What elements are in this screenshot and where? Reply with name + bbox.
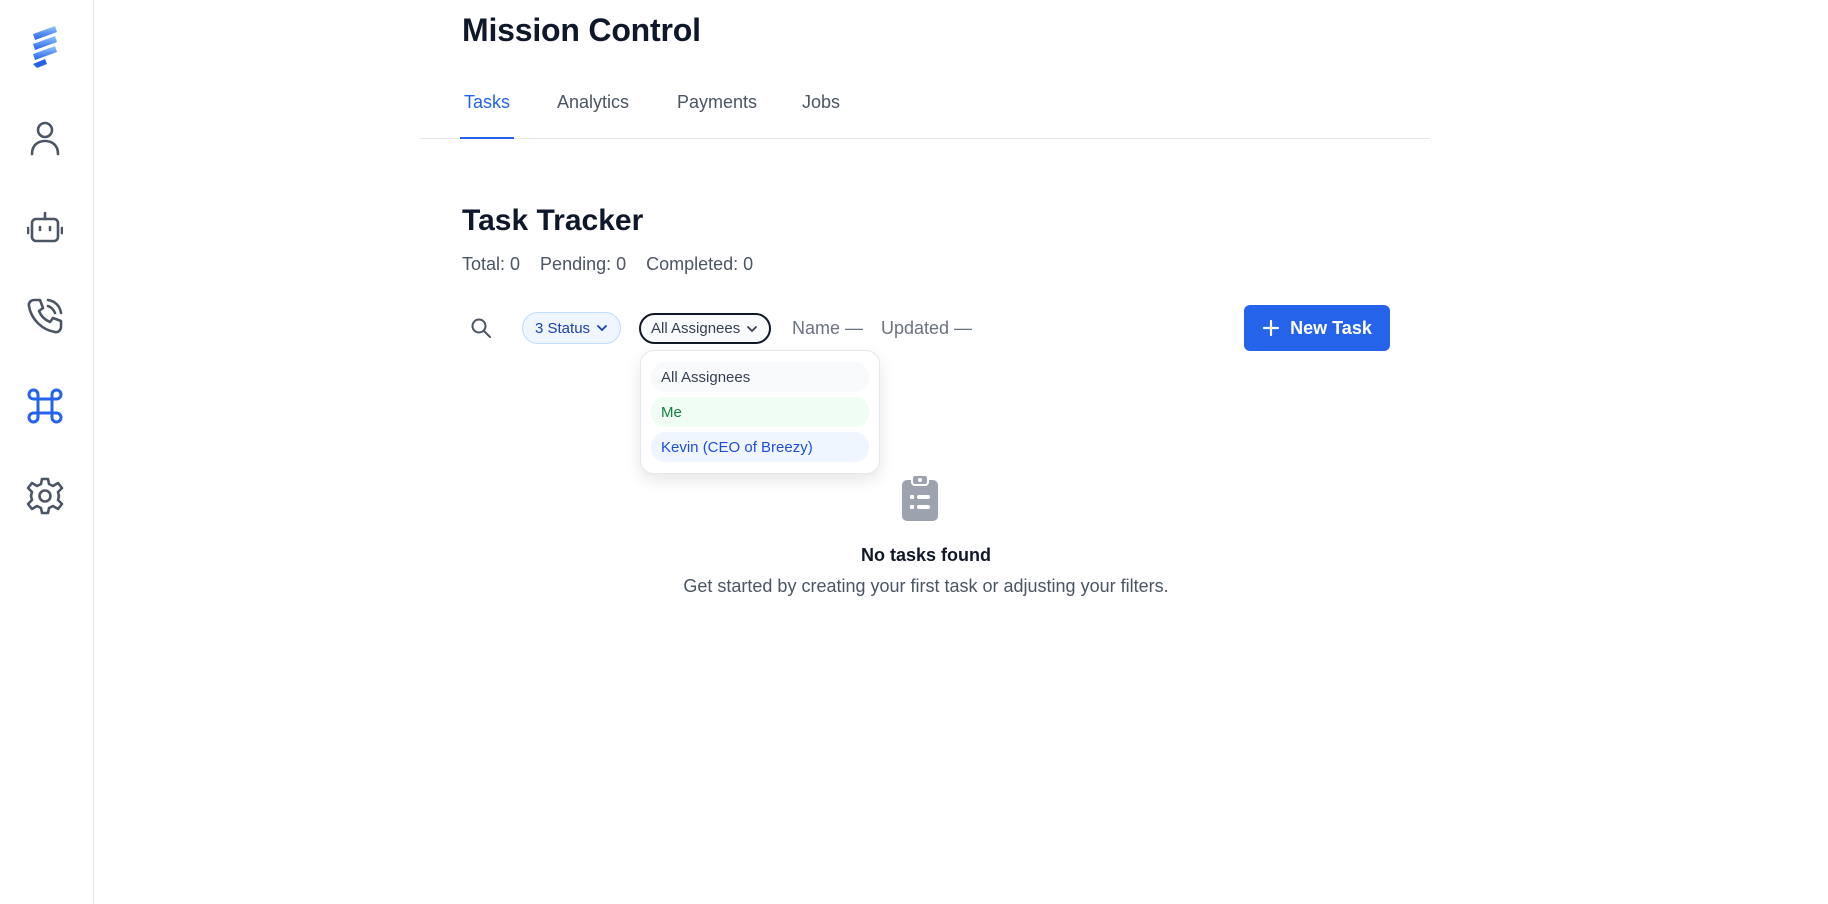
tab-tasks[interactable]: Tasks (459, 92, 515, 139)
sort-by-name-button[interactable]: Name — (792, 318, 863, 339)
status-filter-label: 3 Status (535, 319, 591, 337)
user-icon[interactable] (17, 110, 73, 166)
assignee-option-me[interactable]: Me (651, 397, 869, 427)
status-filter-button[interactable]: 3 Status (522, 312, 622, 344)
page-title: Mission Control (462, 12, 701, 48)
assignee-option-all[interactable]: All Assignees (651, 362, 869, 392)
empty-state-subtitle: Get started by creating your first task … (683, 576, 1169, 596)
logo-icon[interactable] (17, 18, 73, 74)
tab-bar: Tasks Analytics Payments Jobs (420, 82, 1430, 139)
phone-icon[interactable] (17, 288, 73, 344)
assignee-filter-button[interactable]: All Assignees (639, 313, 771, 344)
command-icon[interactable] (17, 378, 73, 434)
tab-jobs[interactable]: Jobs (802, 92, 840, 139)
chevron-down-icon (597, 325, 607, 332)
clipboard-icon (900, 474, 948, 528)
search-icon[interactable] (470, 317, 494, 341)
new-task-label: New Task (1290, 317, 1372, 338)
tab-payments[interactable]: Payments (677, 92, 757, 139)
sort-by-updated-button[interactable]: Updated — (881, 318, 972, 339)
assignee-option-kevin[interactable]: Kevin (CEO of Breezy) (651, 432, 869, 462)
stat-total: Total: 0 (462, 254, 521, 274)
gear-icon[interactable] (17, 468, 73, 524)
assignee-dropdown-menu: All Assignees Me Kevin (CEO of Breezy) (640, 350, 880, 474)
section-title: Task Tracker (462, 204, 644, 237)
tab-analytics[interactable]: Analytics (557, 92, 629, 139)
task-stats: Total: 0 Pending: 0 Completed: 0 (462, 254, 753, 275)
empty-state-title: No tasks found (860, 545, 991, 565)
chevron-down-icon (747, 325, 758, 332)
plus-icon (1263, 319, 1280, 337)
bot-icon[interactable] (17, 200, 73, 256)
assignee-filter-label: All Assignees (651, 320, 741, 337)
new-task-button[interactable]: New Task (1244, 305, 1390, 351)
sidebar (0, 0, 94, 904)
stat-pending: Pending: 0 (540, 254, 627, 274)
stat-completed: Completed: 0 (646, 254, 754, 274)
